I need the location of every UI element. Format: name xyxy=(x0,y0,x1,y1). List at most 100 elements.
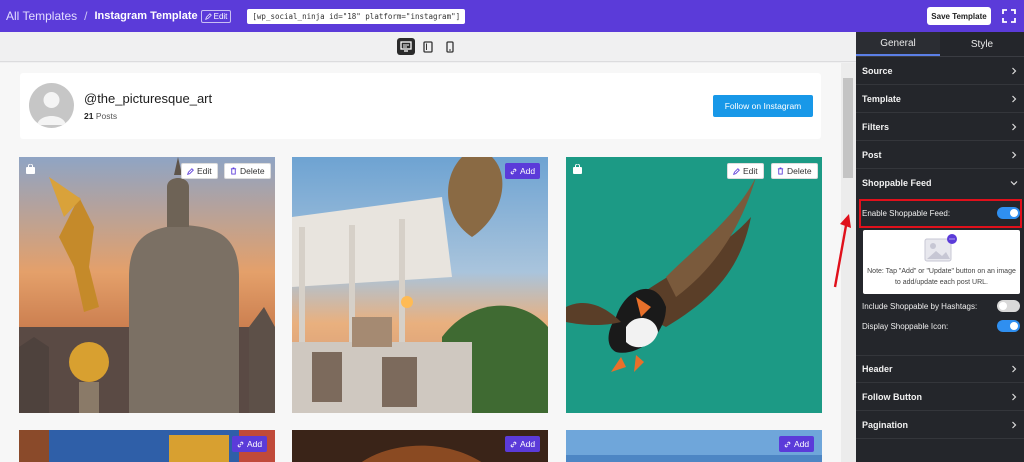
canvas-scrollbar-thumb[interactable] xyxy=(843,78,853,178)
save-template-button[interactable]: Save Template xyxy=(927,7,991,25)
desktop-view-button[interactable] xyxy=(397,38,415,55)
display-icon-label: Display Shoppable Icon: xyxy=(862,321,949,331)
feed-post-card[interactable]: Add xyxy=(292,430,548,462)
add-post-label: Add xyxy=(247,439,263,449)
section-follow-button[interactable]: Follow Button xyxy=(856,383,1024,411)
feed-post-card[interactable]: Add xyxy=(19,430,275,462)
edit-post-button[interactable]: Edit xyxy=(181,163,218,179)
posts-count-label: Posts xyxy=(95,111,118,121)
shoppable-note-text: Note: Tap "Add" or "Update" button on an… xyxy=(867,268,1016,286)
link-icon xyxy=(237,441,244,447)
delete-post-button[interactable]: Delete xyxy=(224,163,271,179)
follow-on-instagram-button[interactable]: Follow on Instagram xyxy=(713,95,813,117)
add-post-url-button[interactable]: Add xyxy=(232,436,268,452)
toggle-knob xyxy=(999,302,1007,310)
section-template-label: Template xyxy=(862,93,901,104)
delete-post-label: Delete xyxy=(787,166,812,176)
delete-post-button[interactable]: Delete xyxy=(771,163,818,179)
link-icon xyxy=(510,168,517,174)
preview-canvas: @the_picturesque_art 21 Posts Follow on … xyxy=(0,63,841,462)
section-pagination[interactable]: Pagination xyxy=(856,411,1024,439)
pencil-icon xyxy=(733,167,740,175)
feed-post-card[interactable]: Edit Delete xyxy=(19,157,275,413)
add-post-url-button[interactable]: Add xyxy=(505,163,541,179)
posts-count-value: 21 xyxy=(84,111,94,121)
sidebar-tabs: General Style xyxy=(856,32,1024,57)
shoppable-note-card: Note: Tap "Add" or "Update" button on an… xyxy=(863,230,1020,294)
include-hashtags-label: Include Shoppable by Hashtags: xyxy=(862,301,978,311)
tablet-icon xyxy=(423,40,433,53)
edit-post-button[interactable]: Edit xyxy=(727,163,764,179)
section-pagination-label: Pagination xyxy=(862,419,909,430)
edit-title-label: Edit xyxy=(213,11,228,21)
edit-post-label: Edit xyxy=(197,166,212,176)
device-toolbar xyxy=(0,32,856,62)
display-icon-row: Display Shoppable Icon: xyxy=(862,320,1020,332)
display-icon-toggle[interactable] xyxy=(997,320,1020,332)
edit-title-button[interactable]: Edit xyxy=(200,9,232,23)
shoppable-bag-icon xyxy=(26,164,35,174)
chevron-right-icon xyxy=(1012,95,1017,102)
top-bar: All Templates / Instagram Template Edit … xyxy=(0,0,1024,32)
section-post[interactable]: Post xyxy=(856,141,1024,169)
section-post-label: Post xyxy=(862,149,882,160)
section-filters-label: Filters xyxy=(862,121,890,132)
chevron-right-icon xyxy=(1012,67,1017,74)
post-image-beach-terrace xyxy=(292,157,548,413)
tablet-view-button[interactable] xyxy=(419,38,437,55)
mobile-view-button[interactable] xyxy=(441,38,459,55)
link-icon xyxy=(784,441,791,447)
chevron-right-icon xyxy=(1012,365,1017,373)
image-placeholder-icon xyxy=(924,234,957,262)
section-follow-button-label: Follow Button xyxy=(862,391,922,402)
section-source[interactable]: Source xyxy=(856,57,1024,85)
tab-general[interactable]: General xyxy=(856,32,940,56)
add-post-label: Add xyxy=(520,166,536,176)
chevron-down-icon xyxy=(1010,181,1018,186)
section-source-label: Source xyxy=(862,65,893,76)
chevron-right-icon xyxy=(1012,151,1017,158)
edit-post-label: Edit xyxy=(743,166,758,176)
post-image-cathedral-angel xyxy=(19,157,275,413)
section-header[interactable]: Header xyxy=(856,355,1024,383)
breadcrumb-separator: / xyxy=(84,9,88,23)
feed-post-card[interactable]: Edit Delete xyxy=(566,157,822,413)
section-filters[interactable]: Filters xyxy=(856,113,1024,141)
shortcode-field[interactable]: [wp_social_ninja id="18" platform="insta… xyxy=(247,8,466,24)
fullscreen-icon[interactable] xyxy=(1002,9,1016,23)
delete-post-label: Delete xyxy=(240,166,265,176)
section-shoppable-label: Shoppable Feed xyxy=(862,178,932,188)
template-title: Instagram Template xyxy=(94,10,198,22)
section-header-label: Header xyxy=(862,364,893,374)
post-image-puffin xyxy=(566,157,822,413)
avatar xyxy=(29,83,74,128)
highlight-annotation xyxy=(859,199,1022,228)
chevron-right-icon xyxy=(1012,123,1017,130)
section-template[interactable]: Template xyxy=(856,85,1024,113)
chevron-right-icon xyxy=(1012,421,1017,428)
feed-post-card[interactable]: Add xyxy=(292,157,548,413)
user-silhouette-icon xyxy=(37,92,66,125)
pencil-icon xyxy=(204,12,212,20)
profile-header: @the_picturesque_art 21 Posts Follow on … xyxy=(20,73,821,139)
shoppable-bag-icon xyxy=(573,164,582,174)
breadcrumb-all-templates[interactable]: All Templates xyxy=(6,9,77,23)
chevron-right-icon xyxy=(1012,393,1017,400)
add-post-label: Add xyxy=(520,439,536,449)
trash-icon xyxy=(230,167,237,175)
section-shoppable-feed[interactable]: Shoppable Feed xyxy=(856,169,1024,197)
trash-icon xyxy=(777,167,784,175)
toggle-knob xyxy=(1010,322,1018,330)
annotation-arrow-icon xyxy=(833,214,851,288)
add-post-label: Add xyxy=(794,439,810,449)
tab-style[interactable]: Style xyxy=(940,32,1024,56)
profile-post-count: 21 Posts xyxy=(84,111,117,121)
profile-username[interactable]: @the_picturesque_art xyxy=(84,91,212,106)
include-hashtags-toggle[interactable] xyxy=(997,300,1020,312)
link-icon xyxy=(510,441,517,447)
desktop-icon xyxy=(400,41,412,52)
add-post-url-button[interactable]: Add xyxy=(779,436,815,452)
feed-post-card[interactable]: Add xyxy=(566,430,822,462)
add-post-url-button[interactable]: Add xyxy=(505,436,541,452)
pencil-icon xyxy=(187,167,194,175)
